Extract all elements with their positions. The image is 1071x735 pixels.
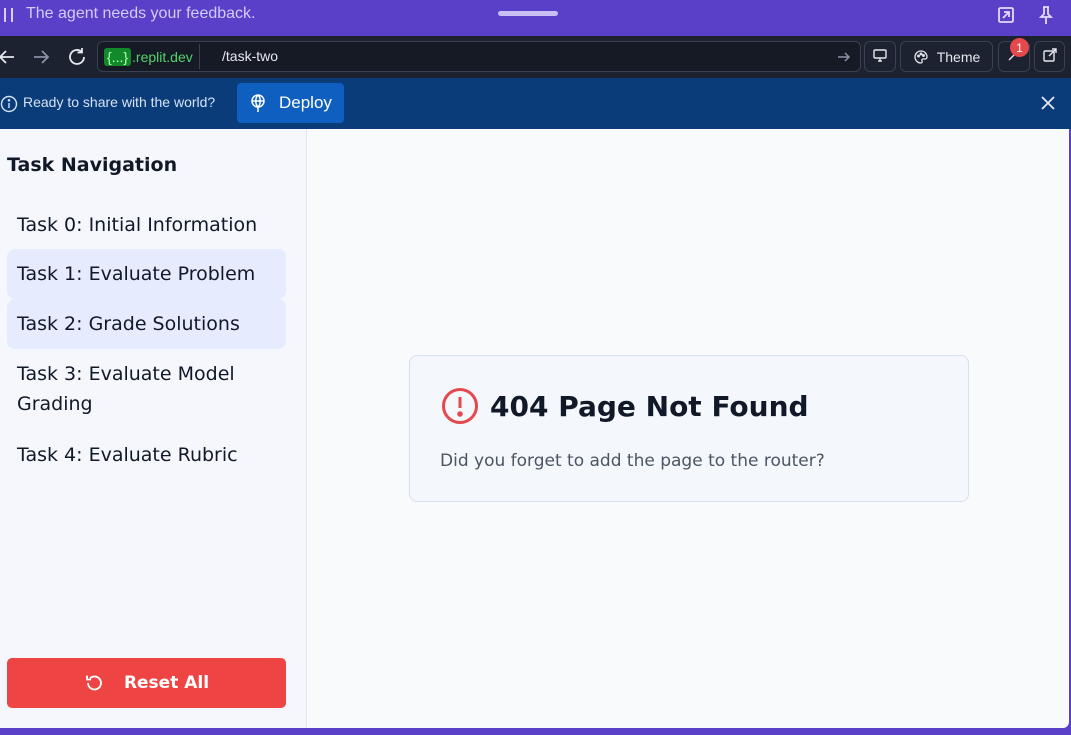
deploy-prompt: Ready to share with the world? xyxy=(23,94,216,110)
sidebar-title: Task Navigation xyxy=(7,154,178,176)
theme-button[interactable]: Theme xyxy=(900,41,993,72)
deploy-button-label: Deploy xyxy=(279,93,332,112)
sidebar-item-label: Task 2: Grade Solutions xyxy=(17,313,240,335)
sidebar-item-task-3[interactable]: Task 3: Evaluate Model Grading xyxy=(7,359,286,421)
window-bottom-edge xyxy=(0,728,1071,735)
deploy-icon xyxy=(251,94,265,112)
theme-label: Theme xyxy=(936,48,981,65)
not-found-description: Did you forget to add the page to the ro… xyxy=(440,451,825,471)
url-host: {...} .replit.dev xyxy=(100,44,200,69)
reset-all-label: Reset All xyxy=(123,673,210,693)
sidebar-item-label: Task 3: Evaluate Model Grading xyxy=(17,363,235,415)
palette-icon xyxy=(913,49,929,65)
sidebar-item-label: Task 1: Evaluate Problem xyxy=(17,263,256,285)
open-new-tab-button[interactable] xyxy=(1034,41,1065,72)
agent-feedback-bar: The agent needs your feedback. xyxy=(0,0,1071,36)
alert-circle-icon xyxy=(441,387,479,425)
app-frame: Task Navigation Task 0: Initial Informat… xyxy=(0,129,1069,728)
main-content: 404 Page Not Found Did you forget to add… xyxy=(307,129,1069,728)
address-bar[interactable]: {...} .replit.dev /task-two xyxy=(97,41,861,72)
drag-grip-icon[interactable] xyxy=(4,8,14,22)
sidebar-item-task-1[interactable]: Task 1: Evaluate Problem xyxy=(7,249,286,299)
external-link-icon xyxy=(1042,47,1058,66)
browser-toolbar: {...} .replit.dev /task-two Theme xyxy=(0,36,1071,78)
pin-icon[interactable] xyxy=(1036,5,1056,25)
reload-icon[interactable] xyxy=(66,46,88,68)
url-host-domain: .replit.dev xyxy=(132,48,193,65)
not-found-card: 404 Page Not Found Did you forget to add… xyxy=(409,355,969,502)
expand-arrow-icon[interactable] xyxy=(996,5,1016,25)
deploy-button[interactable]: Deploy xyxy=(237,83,344,123)
task-sidebar: Task Navigation Task 0: Initial Informat… xyxy=(0,129,307,728)
sidebar-item-label: Task 4: Evaluate Rubric xyxy=(17,444,238,466)
go-arrow-icon[interactable] xyxy=(836,49,852,65)
reset-all-button[interactable]: Reset All xyxy=(7,658,286,708)
sidebar-item-task-0[interactable]: Task 0: Initial Information xyxy=(7,209,286,241)
screen-icon xyxy=(872,47,888,66)
device-preview-button[interactable] xyxy=(864,41,896,72)
url-host-prefix: {...} xyxy=(104,47,132,66)
info-icon xyxy=(0,95,18,113)
close-icon[interactable] xyxy=(1039,94,1057,112)
deploy-banner: Ready to share with the world? Deploy xyxy=(0,78,1071,129)
not-found-heading: 404 Page Not Found xyxy=(490,390,809,423)
url-path-input[interactable]: /task-two xyxy=(222,48,278,64)
drag-handle[interactable] xyxy=(498,11,558,16)
sidebar-item-task-4[interactable]: Task 4: Evaluate Rubric xyxy=(7,439,286,471)
agent-feedback-message[interactable]: The agent needs your feedback. xyxy=(26,5,256,23)
back-icon[interactable] xyxy=(0,46,18,68)
reset-icon xyxy=(86,675,102,691)
sidebar-item-label: Task 0: Initial Information xyxy=(17,214,258,236)
forward-icon[interactable] xyxy=(30,46,52,68)
sidebar-item-task-2[interactable]: Task 2: Grade Solutions xyxy=(7,299,286,349)
devtools-badge: 1 xyxy=(1010,38,1029,57)
